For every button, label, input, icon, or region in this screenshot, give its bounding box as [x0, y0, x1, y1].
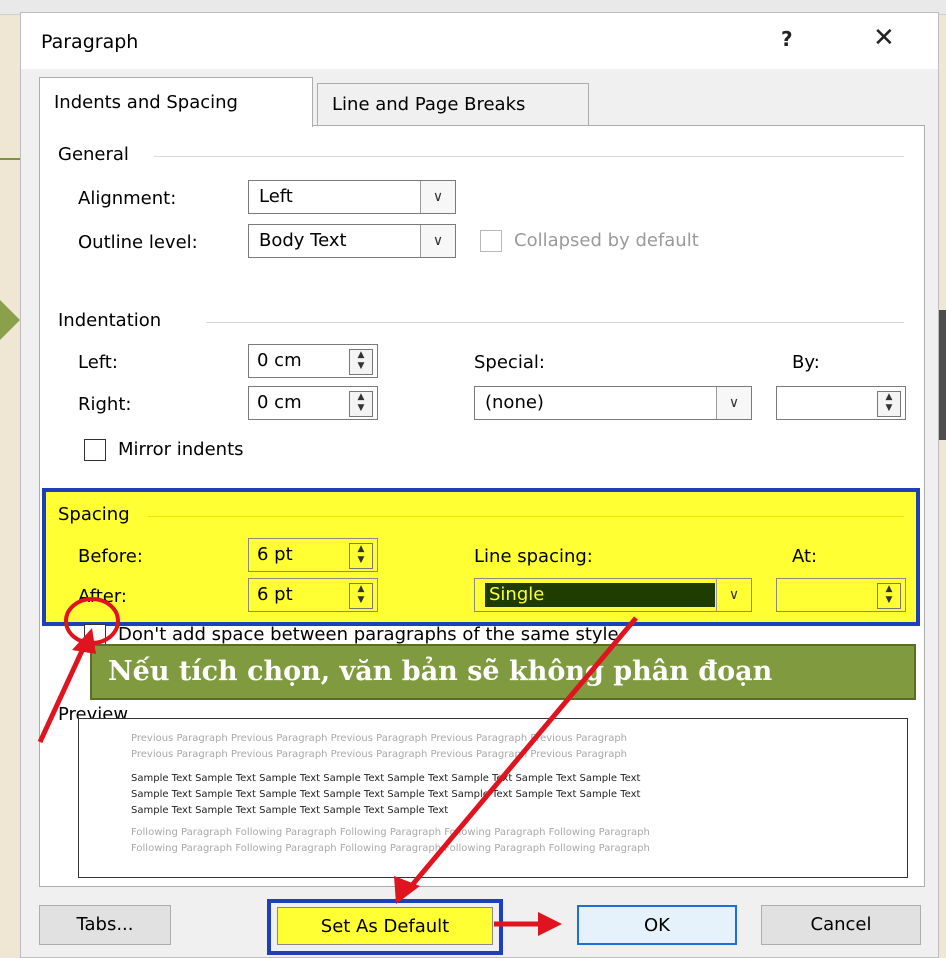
tab-indents-and-spacing[interactable]: Indents and Spacing — [39, 77, 313, 127]
annotation-arrowhead-right — [538, 912, 562, 936]
annotation-arrow-up — [37, 640, 89, 744]
annotation-arrowhead-up — [72, 628, 96, 654]
annotation-arrow-down — [406, 616, 638, 892]
tab-label: Indents and Spacing — [54, 92, 238, 113]
annotation-overlay — [37, 597, 638, 936]
